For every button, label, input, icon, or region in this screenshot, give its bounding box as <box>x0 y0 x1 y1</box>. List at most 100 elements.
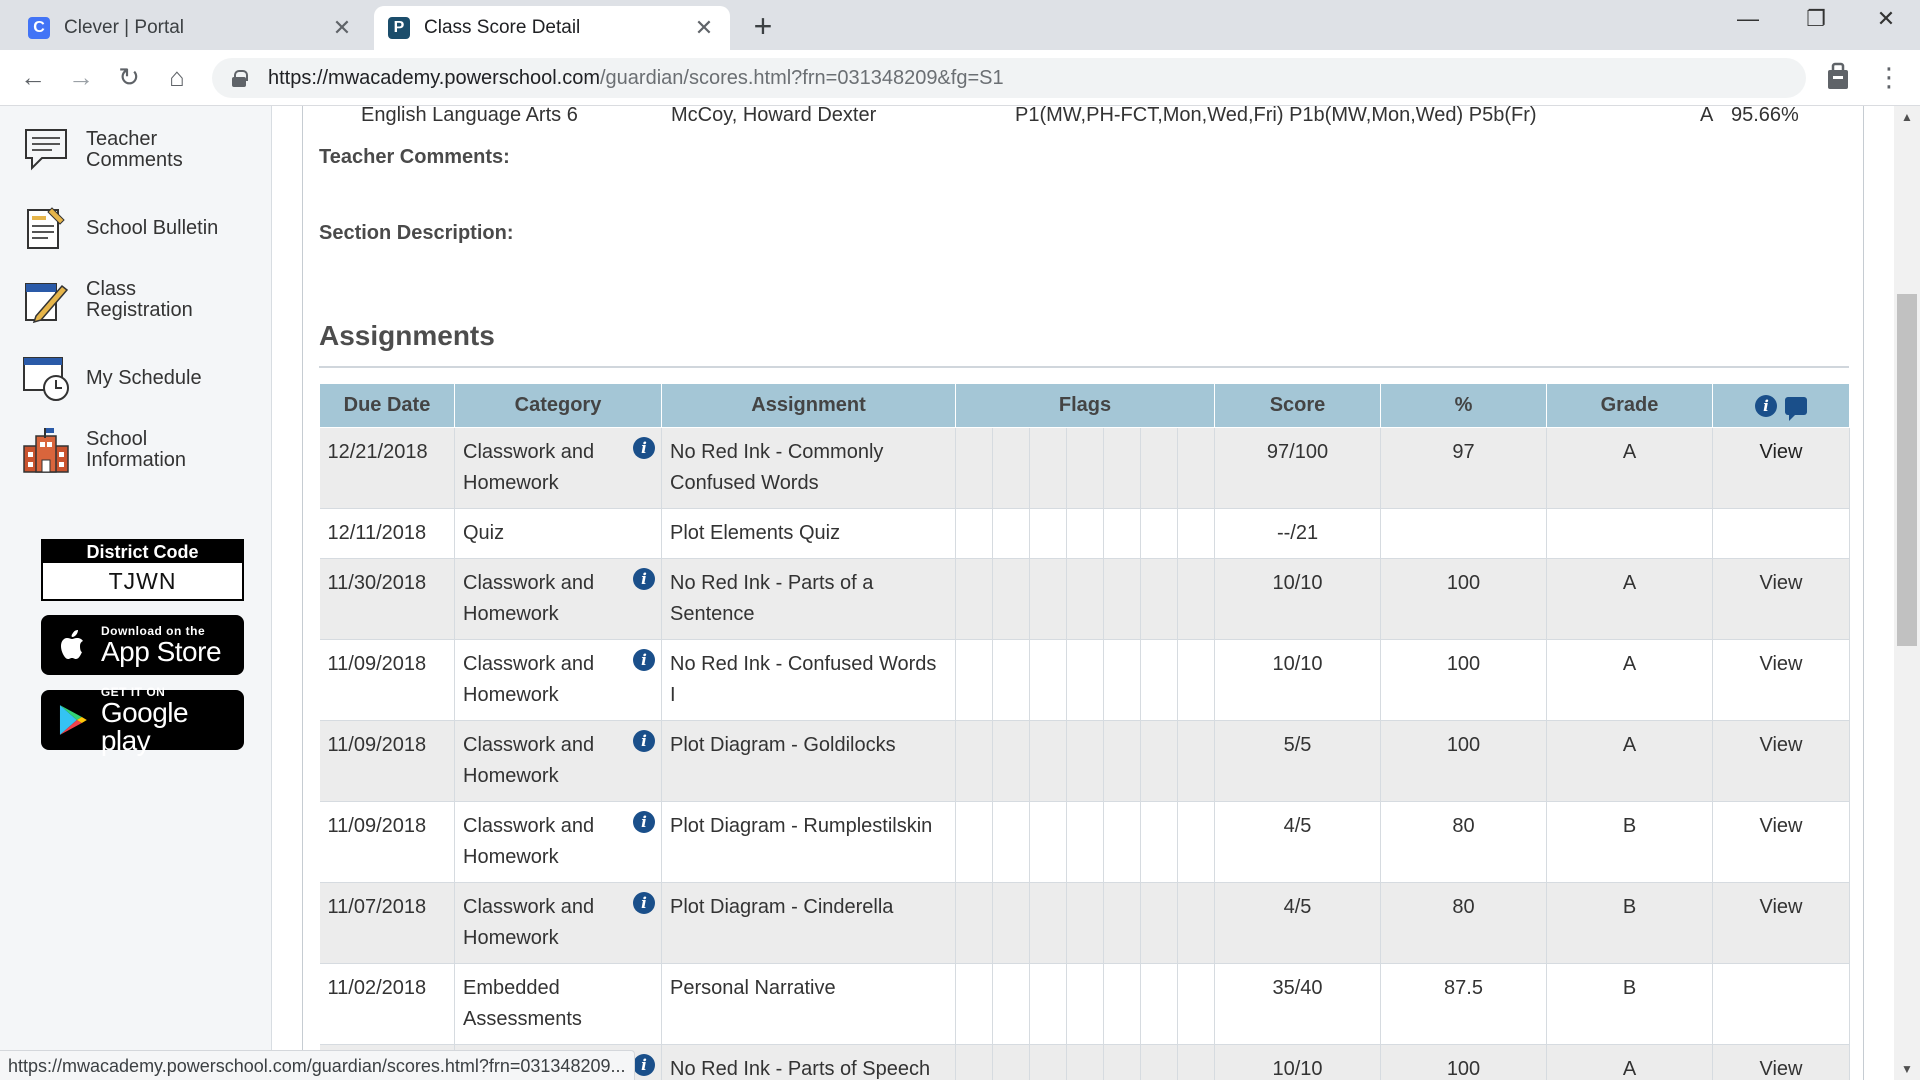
column-header[interactable]: Grade <box>1546 383 1713 428</box>
grade-cell: A <box>1546 558 1713 640</box>
percent-cell: 80 <box>1380 801 1547 883</box>
lock-icon <box>232 70 248 87</box>
grade-cell: B <box>1546 801 1713 883</box>
info-icon[interactable]: i <box>633 811 655 833</box>
info-icon[interactable]: i <box>633 649 655 671</box>
view-link[interactable]: View <box>1712 1044 1850 1080</box>
info-icon[interactable]: i <box>633 1054 655 1076</box>
app-store-badge[interactable]: Download on the App Store <box>41 615 244 675</box>
school-bulletin-icon <box>27 207 65 249</box>
new-tab-button[interactable]: + <box>748 8 778 45</box>
forward-button[interactable]: → <box>64 62 98 93</box>
table-row: 11/09/2018 Classwork and Homework i No Red … <box>319 639 1850 721</box>
browser-toolbar: ← → ↻ ⌂ https://mwacademy.powerschool.co… <box>0 50 1920 106</box>
page-scrollbar[interactable]: ▲ ▼ <box>1894 106 1920 1080</box>
window-close-button[interactable]: ✕ <box>1866 6 1906 32</box>
divider <box>319 366 1849 368</box>
view-link[interactable]: View <box>1712 720 1850 802</box>
sidebar-item-label: School Bulletin <box>86 216 219 239</box>
view-link[interactable]: View <box>1712 427 1850 509</box>
view-link[interactable]: View <box>1712 639 1850 721</box>
tab-clever-portal[interactable]: C Clever | Portal ✕ <box>14 6 368 50</box>
info-icon[interactable]: i <box>633 437 655 459</box>
column-header[interactable]: Flags <box>955 383 1215 428</box>
score-cell: 4/5 <box>1214 882 1381 964</box>
category-text: Classwork and Homework <box>463 734 595 787</box>
google-play-badge[interactable]: GET IT ON Google play <box>41 685 244 755</box>
category-cell: Embedded Assessments <box>454 963 662 1045</box>
table-row: 12/11/2018 Quiz Plot Elements Quiz --/21 <box>319 508 1850 559</box>
assignment-cell: No Red Ink - Parts of Speech <box>661 1044 956 1080</box>
sidebar-item-teacher-comments[interactable]: Teacher Comments <box>22 126 183 174</box>
flags-cell <box>955 427 1215 509</box>
view-link[interactable]: View <box>1712 882 1850 964</box>
info-icon[interactable]: i <box>633 730 655 752</box>
google-play-icon <box>59 705 87 735</box>
district-code-badge: District Code TJWN <box>41 539 244 601</box>
grade-cell: B <box>1546 882 1713 964</box>
tab-class-score-detail[interactable]: P Class Score Detail ✕ <box>374 6 730 50</box>
column-header[interactable]: Assignment <box>661 383 956 428</box>
close-icon[interactable]: ✕ <box>692 15 716 41</box>
percent-cell: 100 <box>1380 558 1547 640</box>
course-name: English Language Arts 6 <box>361 106 578 126</box>
minimize-button[interactable]: — <box>1728 6 1768 32</box>
clever-favicon-icon: C <box>28 17 50 39</box>
close-icon[interactable]: ✕ <box>330 15 354 41</box>
info-icon[interactable]: i <box>633 892 655 914</box>
due-date-cell: 12/21/2018 <box>319 427 455 509</box>
score-cell: 5/5 <box>1214 720 1381 802</box>
browser-tab-bar: C Clever | Portal ✕ P Class Score Detail… <box>0 0 1920 50</box>
due-date-cell: 11/02/2018 <box>319 963 455 1045</box>
address-bar[interactable]: https://mwacademy.powerschool.com/guardi… <box>212 58 1806 98</box>
column-header[interactable]: % <box>1380 383 1547 428</box>
scrollbar-thumb[interactable] <box>1897 294 1917 646</box>
view-link[interactable]: View <box>1712 801 1850 883</box>
back-button[interactable]: ← <box>16 62 50 93</box>
view-link[interactable]: View <box>1712 558 1850 640</box>
table-header-row: Due Date Category Assignment Flags Score… <box>319 383 1850 428</box>
category-text: Classwork and Homework <box>463 653 595 706</box>
assignment-cell: Personal Narrative <box>661 963 956 1045</box>
assignment-cell: No Red Ink - Commonly Confused Words <box>661 427 956 509</box>
sidebar-item-school-bulletin[interactable]: School Bulletin <box>22 204 218 252</box>
category-text: Classwork and Homework <box>463 572 595 625</box>
percent-cell <box>1380 508 1547 559</box>
sidebar-item-label: Registration <box>86 299 193 321</box>
column-header[interactable]: Due Date <box>319 383 455 428</box>
assignment-cell: No Red Ink - Parts of a Sentence <box>661 558 956 640</box>
scroll-down-arrow[interactable]: ▼ <box>1894 1062 1920 1076</box>
district-code-value: TJWN <box>108 568 177 594</box>
category-cell: Classwork and Homework i <box>454 882 662 964</box>
column-header[interactable]: Category <box>454 383 662 428</box>
sidebar-item-label: Comments <box>86 149 183 171</box>
score-cell: 10/10 <box>1214 639 1381 721</box>
score-cell: 10/10 <box>1214 1044 1381 1080</box>
sidebar-item-class-registration[interactable]: Class Registration <box>22 276 193 324</box>
grade-cell: A <box>1546 639 1713 721</box>
home-button[interactable]: ⌂ <box>160 62 194 93</box>
district-code-title: District Code <box>43 541 242 563</box>
browser-menu-icon[interactable]: ⋮ <box>1872 62 1906 93</box>
reload-button[interactable]: ↻ <box>112 62 146 93</box>
info-icon[interactable]: i <box>633 568 655 590</box>
percent-cell: 80 <box>1380 882 1547 964</box>
category-cell: Classwork and Homework i <box>454 427 662 509</box>
flags-cell <box>955 639 1215 721</box>
column-header[interactable]: Score <box>1214 383 1381 428</box>
table-row: 11/09/2018 Classwork and Homework i Plot Di… <box>319 720 1850 802</box>
extension-icon[interactable] <box>1826 62 1850 97</box>
flags-cell <box>955 882 1215 964</box>
sidebar-item-school-information[interactable]: School Information <box>22 426 186 474</box>
restore-button[interactable]: ❐ <box>1796 6 1836 32</box>
category-text: Classwork and Homework <box>463 896 595 949</box>
sidebar-item-my-schedule[interactable]: My Schedule <box>22 354 202 402</box>
assignment-cell: Plot Diagram - Cinderella <box>661 882 956 964</box>
due-date-cell: 11/07/2018 <box>319 882 455 964</box>
scroll-up-arrow[interactable]: ▲ <box>1894 110 1920 124</box>
sidebar-item-label: School <box>86 428 148 450</box>
sidebar-item-label: My Schedule <box>86 366 202 389</box>
percent-cell: 100 <box>1380 720 1547 802</box>
grade-cell: A <box>1546 427 1713 509</box>
assignment-cell: Plot Diagram - Goldilocks <box>661 720 956 802</box>
